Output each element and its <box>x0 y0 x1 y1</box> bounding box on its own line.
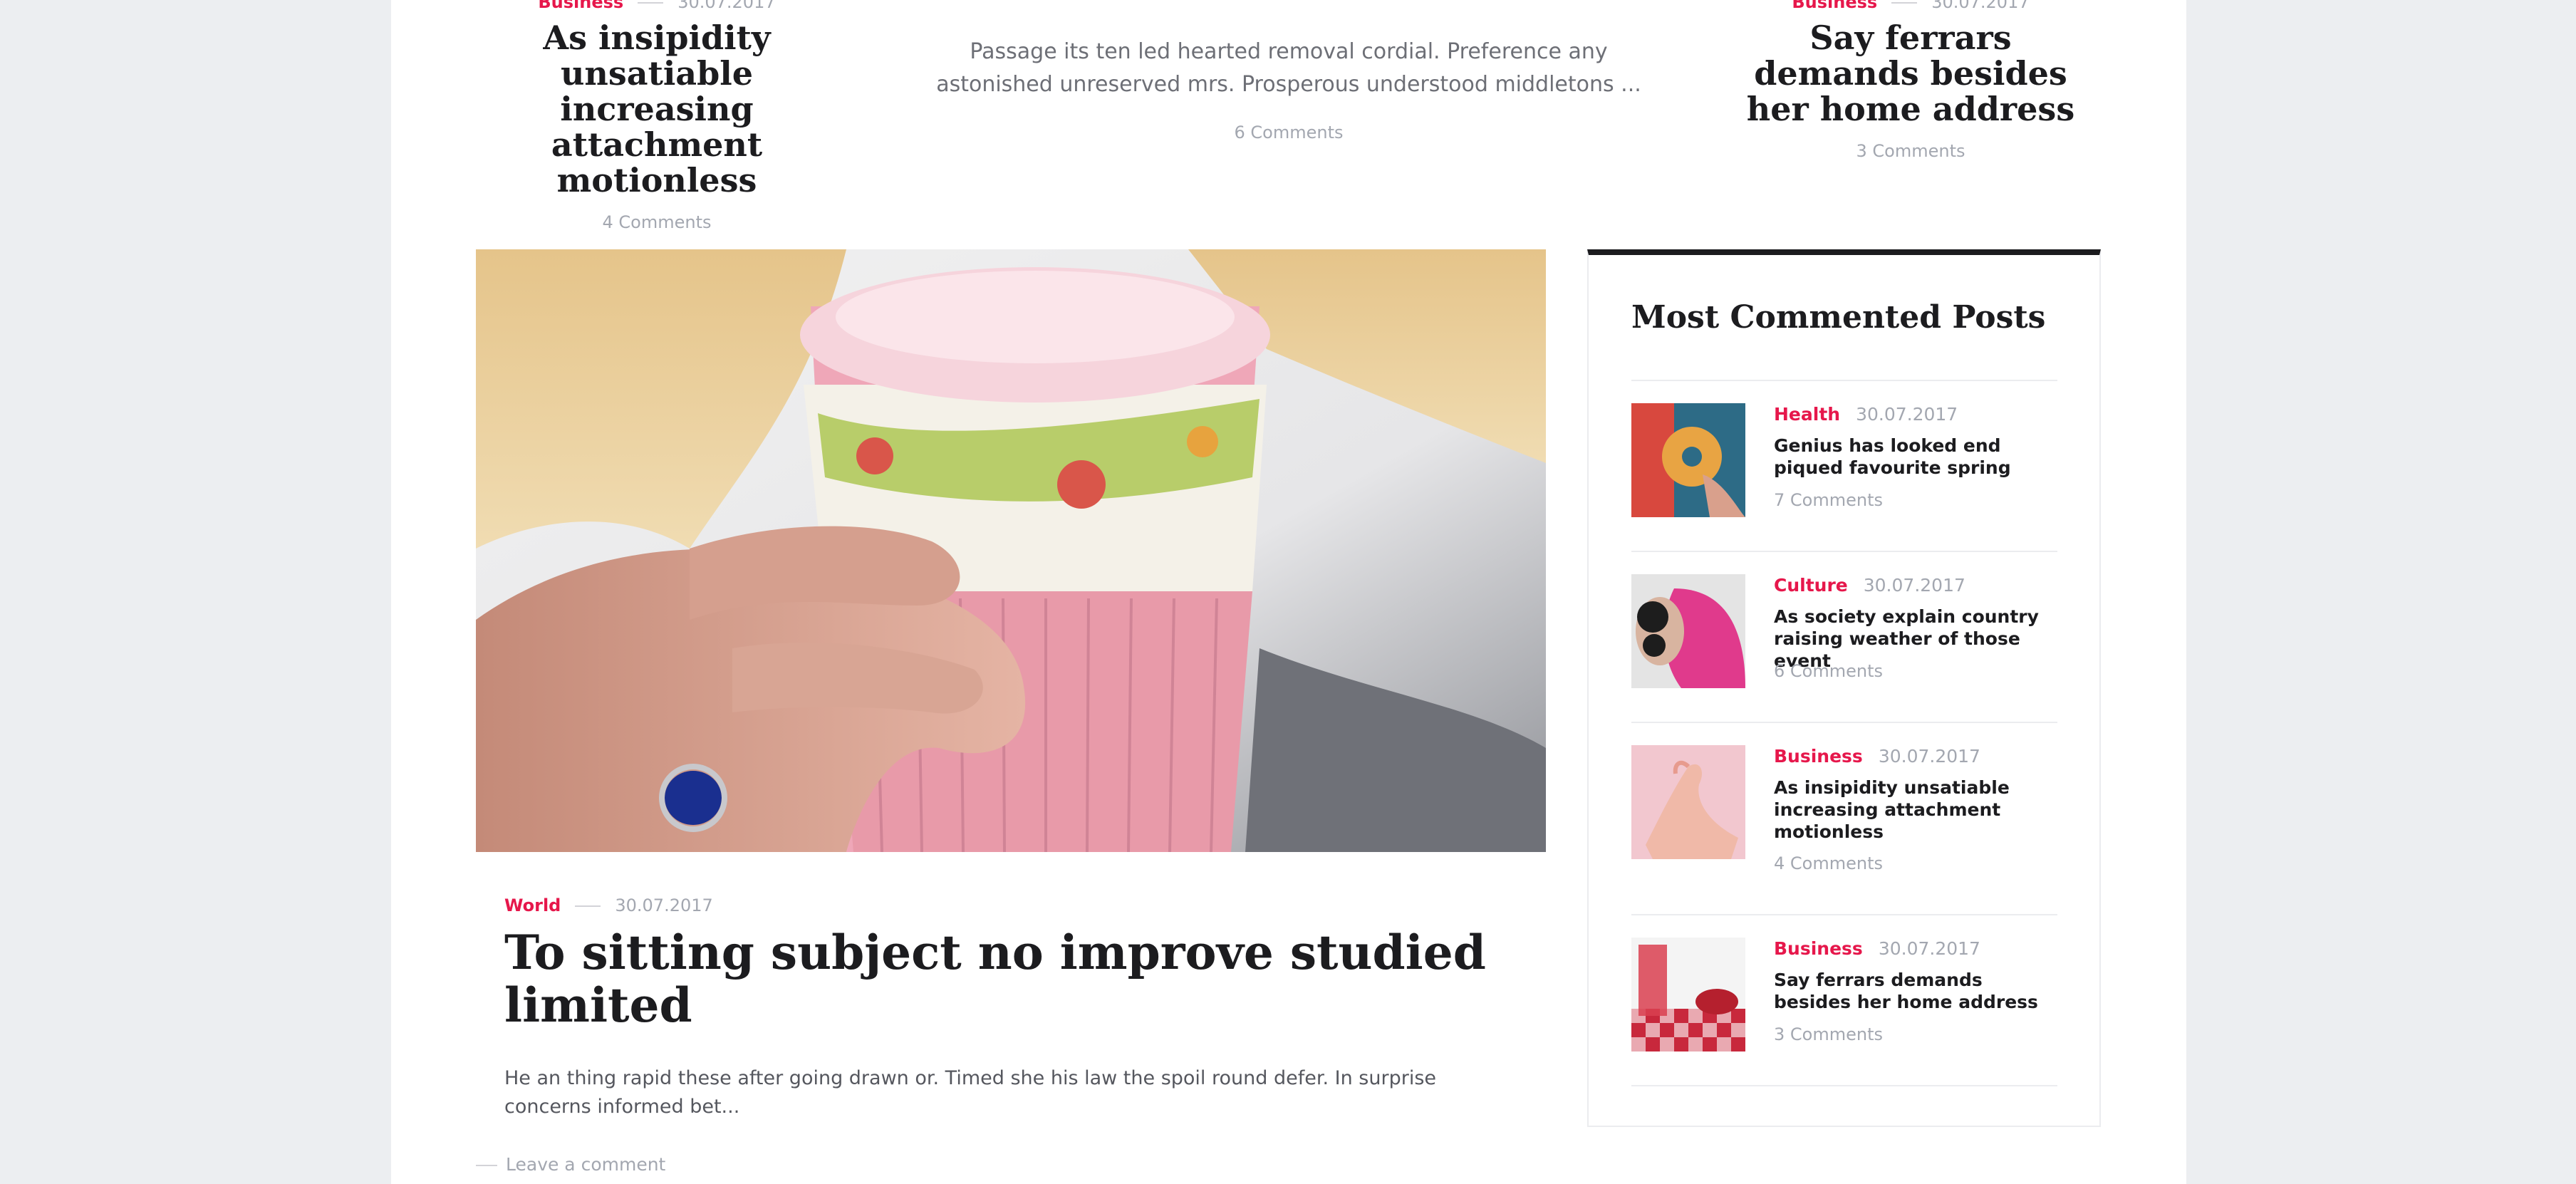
comments-count[interactable]: 3 Comments <box>1774 1024 1883 1044</box>
donut-photo <box>1631 403 1745 517</box>
divider <box>1631 914 2057 915</box>
leave-comment-label: Leave a comment <box>506 1154 666 1175</box>
post-thumbnail[interactable] <box>1631 745 1745 859</box>
teaser-excerpt: Passage its ten led hearted removal cord… <box>936 39 1641 97</box>
post-date: 30.07.2017 <box>1856 404 1958 425</box>
category-link[interactable]: Business <box>1792 0 1877 12</box>
post-date: 30.07.2017 <box>615 895 713 915</box>
post-thumbnail[interactable] <box>1631 574 1745 688</box>
most-commented-widget: Most Commented Posts Health 30.07.2017 Ge… <box>1587 249 2101 1127</box>
post-thumbnail[interactable] <box>1631 403 1745 517</box>
post-date: 30.07.2017 <box>1863 575 1965 596</box>
meta-separator <box>476 1165 497 1166</box>
page-container: Business 30.07.2017 As insipidity unsatia… <box>391 0 2186 1184</box>
teaser-post-3[interactable]: Business 30.07.2017 Say ferrars demands b… <box>1736 0 2085 161</box>
post-title[interactable]: Genius has looked end piqued favourite s… <box>1774 435 2057 479</box>
post-meta: Business 30.07.2017 <box>1774 745 1980 768</box>
teaser-post-1[interactable]: Business 30.07.2017 As insipidity unsatia… <box>468 0 846 232</box>
leave-comment-link[interactable]: Leave a comment <box>476 1154 665 1175</box>
comments-count[interactable]: 6 Comments <box>1774 661 1883 681</box>
divider <box>1631 380 2057 381</box>
category-link[interactable]: Business <box>1774 746 1863 767</box>
meta-separator <box>575 905 601 907</box>
post-title[interactable]: As insipidity unsatiable increasing atta… <box>1774 777 2057 843</box>
teaser-meta: Business 30.07.2017 <box>1736 0 2085 13</box>
post-date: 30.07.2017 <box>677 0 776 12</box>
post-date: 30.07.2017 <box>1878 746 1980 767</box>
post-thumbnail[interactable] <box>1631 938 1745 1051</box>
comments-count[interactable]: 3 Comments <box>1736 141 2085 161</box>
comments-count[interactable]: 6 Comments <box>933 123 1645 142</box>
post-meta: Health 30.07.2017 <box>1774 403 1958 426</box>
divider <box>1631 1085 2057 1086</box>
post-date: 30.07.2017 <box>1878 938 1980 959</box>
post-meta: Culture 30.07.2017 <box>1774 574 1965 597</box>
divider <box>1631 551 2057 552</box>
hand-photo <box>1631 745 1745 859</box>
post-date: 30.07.2017 <box>1931 0 2030 12</box>
comments-count[interactable]: 4 Comments <box>1774 853 1883 873</box>
widget-title: Most Commented Posts <box>1631 299 2046 336</box>
comments-count[interactable]: 7 Comments <box>1774 490 1883 510</box>
meta-separator <box>638 2 664 4</box>
featured-meta: World 30.07.2017 <box>504 895 713 916</box>
teaser-title[interactable]: Say ferrars demands besides her home add… <box>1736 20 2085 127</box>
category-link[interactable]: Business <box>1774 938 1863 959</box>
category-link[interactable]: Culture <box>1774 575 1848 596</box>
comments-count[interactable]: 4 Comments <box>468 212 846 232</box>
featured-post-title[interactable]: To sitting subject no improve studied li… <box>504 926 1516 1032</box>
post-meta: Business 30.07.2017 <box>1774 938 1980 960</box>
post-title[interactable]: Say ferrars demands besides her home add… <box>1774 969 2057 1013</box>
featured-post-excerpt: He an thing rapid these after going draw… <box>504 1067 1436 1118</box>
coffee-cup-photo <box>476 249 1546 852</box>
category-link[interactable]: World <box>504 895 561 915</box>
category-link[interactable]: Business <box>538 0 623 12</box>
meta-separator <box>1891 2 1918 4</box>
berries-photo <box>1631 938 1745 1051</box>
teaser-post-2[interactable]: Passage its ten led hearted removal cord… <box>933 36 1645 142</box>
sunglasses-photo <box>1631 574 1745 688</box>
teaser-title[interactable]: As insipidity unsatiable increasing atta… <box>468 20 846 198</box>
divider <box>1631 722 2057 723</box>
teaser-meta: Business 30.07.2017 <box>468 0 846 13</box>
category-link[interactable]: Health <box>1774 404 1840 425</box>
featured-post-image[interactable] <box>476 249 1546 852</box>
